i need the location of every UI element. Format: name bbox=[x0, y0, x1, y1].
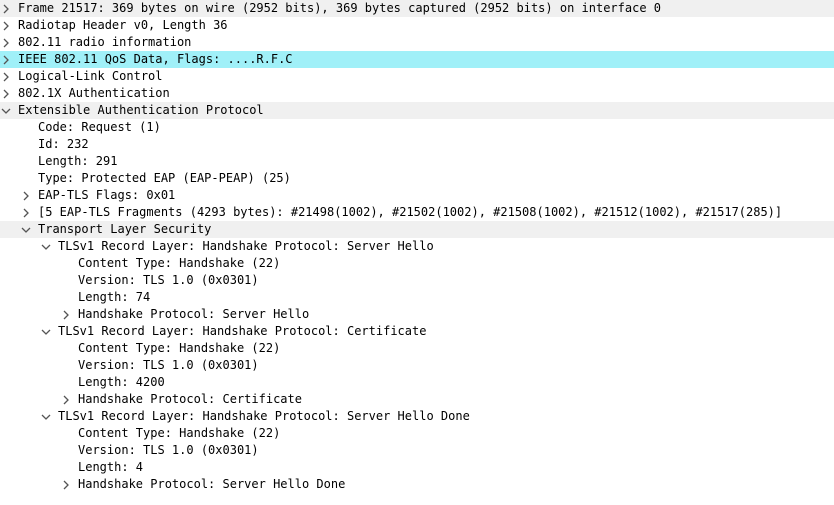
tree-row[interactable]: IEEE 802.11 QoS Data, Flags: ....R.F.C bbox=[0, 51, 834, 68]
tree-row-label: Length: 4200 bbox=[78, 375, 165, 389]
tree-row-label: TLSv1 Record Layer: Handshake Protocol: … bbox=[58, 324, 427, 338]
tree-row-label: Radiotap Header v0, Length 36 bbox=[18, 18, 228, 32]
chevron-down-icon[interactable] bbox=[40, 238, 52, 255]
tree-row-label: Code: Request (1) bbox=[38, 120, 161, 134]
tree-row[interactable]: Length: 291 bbox=[0, 153, 834, 170]
tree-row-label: Logical-Link Control bbox=[18, 69, 163, 83]
tree-row[interactable]: Logical-Link Control bbox=[0, 68, 834, 85]
chevron-down-icon[interactable] bbox=[40, 323, 52, 340]
tree-row[interactable]: Handshake Protocol: Server Hello Done bbox=[0, 476, 834, 493]
tree-row[interactable]: Length: 74 bbox=[0, 289, 834, 306]
chevron-right-icon[interactable] bbox=[0, 85, 12, 102]
tree-row[interactable]: Version: TLS 1.0 (0x0301) bbox=[0, 442, 834, 459]
tree-row-label: Transport Layer Security bbox=[38, 222, 212, 236]
chevron-right-icon[interactable] bbox=[0, 51, 12, 68]
tree-row-label: Length: 291 bbox=[38, 154, 118, 168]
tree-row[interactable]: 802.11 radio information bbox=[0, 34, 834, 51]
tree-row[interactable]: [5 EAP-TLS Fragments (4293 bytes): #2149… bbox=[0, 204, 834, 221]
chevron-right-icon[interactable] bbox=[60, 306, 72, 323]
tree-row[interactable]: Handshake Protocol: Certificate bbox=[0, 391, 834, 408]
tree-row-label: Content Type: Handshake (22) bbox=[78, 256, 281, 270]
tree-row[interactable]: Transport Layer Security bbox=[0, 221, 834, 238]
tree-row-label: Extensible Authentication Protocol bbox=[18, 103, 264, 117]
tree-row-label: Length: 74 bbox=[78, 290, 151, 304]
tree-row[interactable]: Length: 4 bbox=[0, 459, 834, 476]
tree-row-label: 802.1X Authentication bbox=[18, 86, 170, 100]
tree-row-label: 802.11 radio information bbox=[18, 35, 192, 49]
tree-row-label: IEEE 802.11 QoS Data, Flags: ....R.F.C bbox=[18, 52, 293, 66]
tree-row[interactable]: EAP-TLS Flags: 0x01 bbox=[0, 187, 834, 204]
chevron-down-icon[interactable] bbox=[40, 408, 52, 425]
tree-row-label: TLSv1 Record Layer: Handshake Protocol: … bbox=[58, 239, 434, 253]
chevron-right-icon[interactable] bbox=[60, 476, 72, 493]
tree-row-label: Content Type: Handshake (22) bbox=[78, 341, 281, 355]
tree-row[interactable]: Length: 4200 bbox=[0, 374, 834, 391]
tree-row[interactable]: Handshake Protocol: Server Hello bbox=[0, 306, 834, 323]
tree-row-label: Version: TLS 1.0 (0x0301) bbox=[78, 273, 259, 287]
chevron-right-icon[interactable] bbox=[0, 0, 12, 17]
tree-row[interactable]: Version: TLS 1.0 (0x0301) bbox=[0, 272, 834, 289]
tree-row[interactable]: Code: Request (1) bbox=[0, 119, 834, 136]
tree-row[interactable]: Content Type: Handshake (22) bbox=[0, 255, 834, 272]
chevron-right-icon[interactable] bbox=[60, 391, 72, 408]
tree-row[interactable]: Content Type: Handshake (22) bbox=[0, 425, 834, 442]
tree-row-label: Type: Protected EAP (EAP-PEAP) (25) bbox=[38, 171, 291, 185]
tree-row-label: Content Type: Handshake (22) bbox=[78, 426, 281, 440]
chevron-right-icon[interactable] bbox=[0, 68, 12, 85]
tree-row[interactable]: Version: TLS 1.0 (0x0301) bbox=[0, 357, 834, 374]
tree-row-label: Handshake Protocol: Server Hello Done bbox=[78, 477, 346, 491]
tree-row[interactable]: TLSv1 Record Layer: Handshake Protocol: … bbox=[0, 408, 834, 425]
tree-row[interactable]: Frame 21517: 369 bytes on wire (2952 bit… bbox=[0, 0, 834, 17]
tree-row-label: TLSv1 Record Layer: Handshake Protocol: … bbox=[58, 409, 470, 423]
tree-row-label: Version: TLS 1.0 (0x0301) bbox=[78, 358, 259, 372]
chevron-right-icon[interactable] bbox=[20, 204, 32, 221]
tree-row-label: Id: 232 bbox=[38, 137, 89, 151]
tree-row-label: Length: 4 bbox=[78, 460, 144, 474]
tree-row[interactable]: Content Type: Handshake (22) bbox=[0, 340, 834, 357]
tree-row-label: Handshake Protocol: Server Hello bbox=[78, 307, 310, 321]
tree-row-label: Frame 21517: 369 bytes on wire (2952 bit… bbox=[18, 1, 661, 15]
chevron-right-icon[interactable] bbox=[20, 187, 32, 204]
chevron-right-icon[interactable] bbox=[0, 17, 12, 34]
tree-row[interactable]: Id: 232 bbox=[0, 136, 834, 153]
chevron-down-icon[interactable] bbox=[20, 221, 32, 238]
chevron-down-icon[interactable] bbox=[0, 102, 12, 119]
tree-row-label: Version: TLS 1.0 (0x0301) bbox=[78, 443, 259, 457]
tree-row[interactable]: Type: Protected EAP (EAP-PEAP) (25) bbox=[0, 170, 834, 187]
tree-row-label: EAP-TLS Flags: 0x01 bbox=[38, 188, 176, 202]
packet-details-tree: Frame 21517: 369 bytes on wire (2952 bit… bbox=[0, 0, 834, 493]
tree-row[interactable]: Radiotap Header v0, Length 36 bbox=[0, 17, 834, 34]
chevron-right-icon[interactable] bbox=[0, 34, 12, 51]
tree-row[interactable]: TLSv1 Record Layer: Handshake Protocol: … bbox=[0, 238, 834, 255]
tree-row-label: [5 EAP-TLS Fragments (4293 bytes): #2149… bbox=[38, 205, 783, 219]
tree-row-label: Handshake Protocol: Certificate bbox=[78, 392, 302, 406]
tree-row[interactable]: TLSv1 Record Layer: Handshake Protocol: … bbox=[0, 323, 834, 340]
tree-row[interactable]: 802.1X Authentication bbox=[0, 85, 834, 102]
tree-row[interactable]: Extensible Authentication Protocol bbox=[0, 102, 834, 119]
